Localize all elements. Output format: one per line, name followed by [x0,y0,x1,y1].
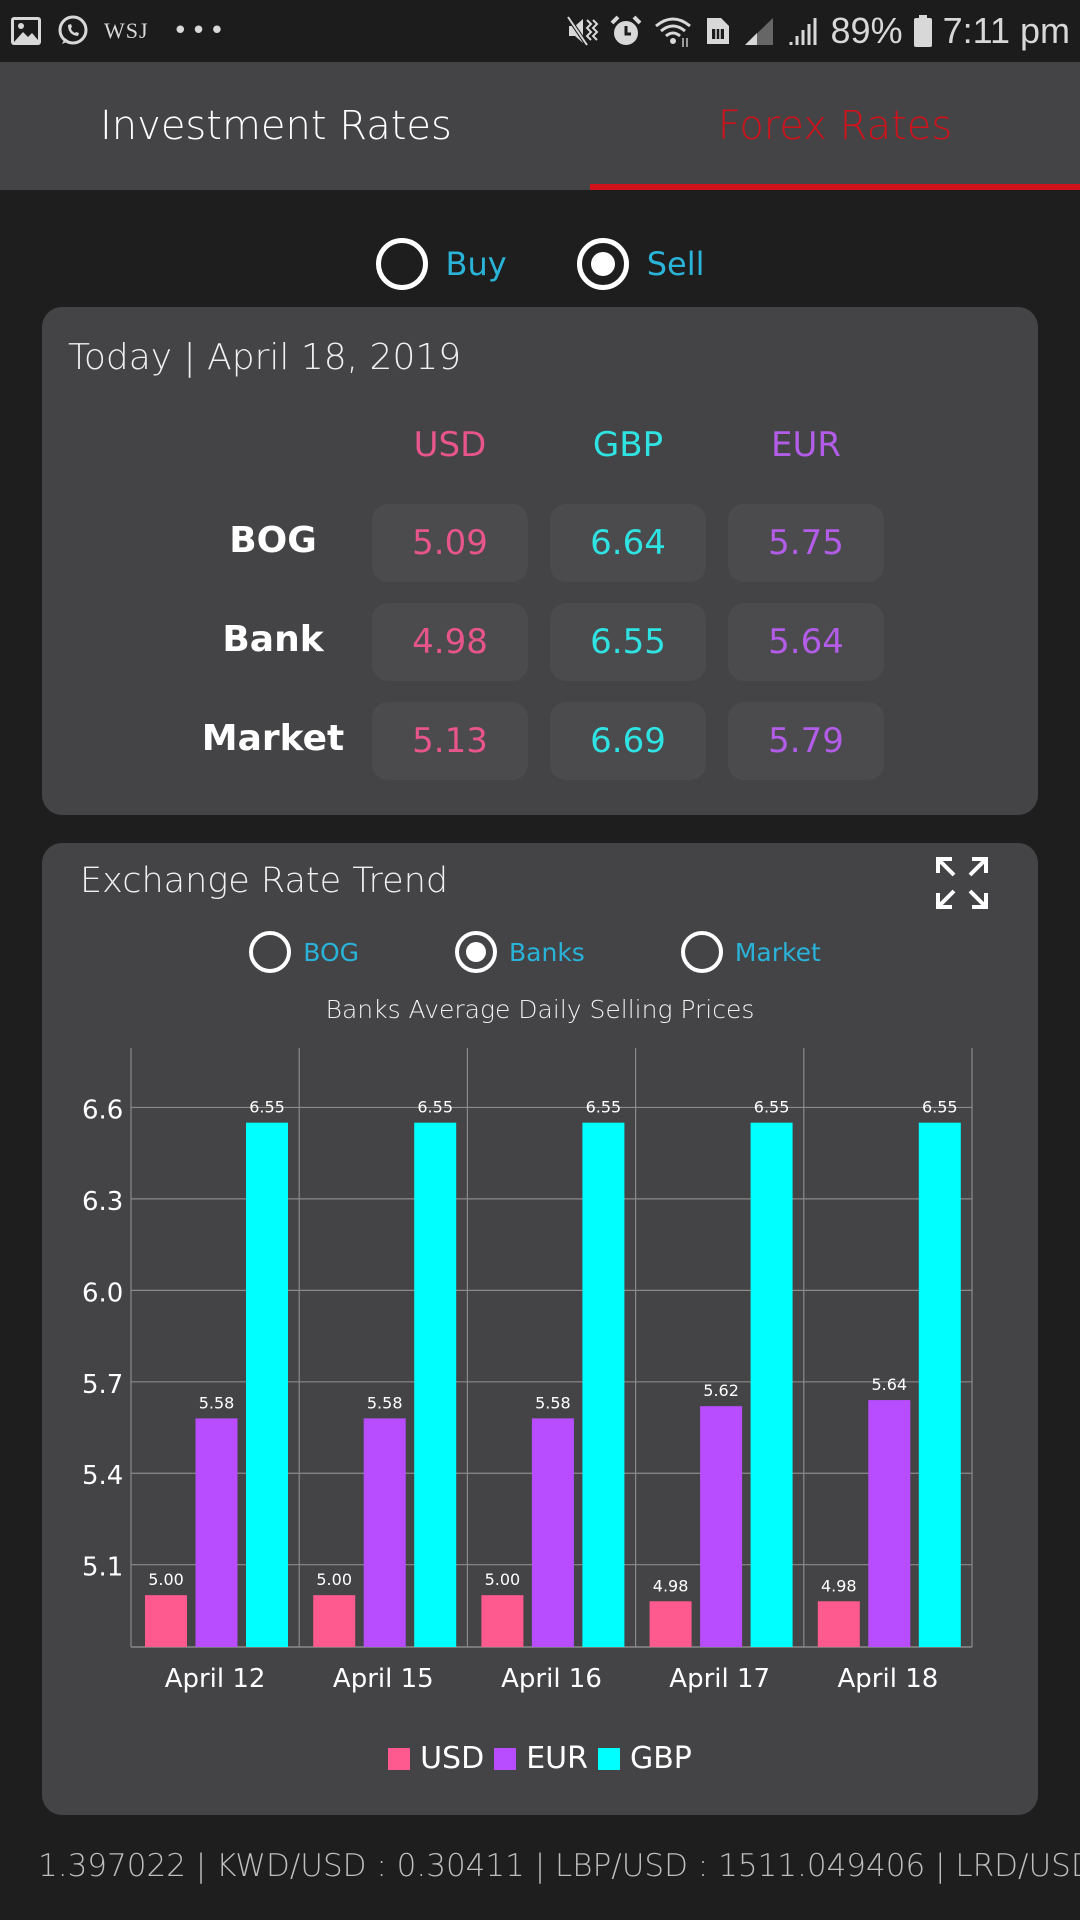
tab-investment-rates[interactable]: Investment Rates [0,62,590,190]
more-notifications-icon: ••• [172,16,228,46]
bar-eur [195,1418,238,1647]
rate-cell-market-gbp: 6.69 [550,702,706,780]
y-tick-label: 6.3 [82,1187,123,1217]
alarm-icon [609,14,643,48]
legend-label-gbp: GBP [629,1741,692,1776]
ticker-text: 1.397022 | KWD/USD : 0.30411 | LBP/USD :… [38,1848,1080,1884]
data-label: 4.98 [653,1576,689,1595]
data-label: 6.55 [417,1098,453,1117]
bar-gbp [918,1122,961,1647]
row-label-market: Market [201,718,345,759]
tab-forex-rates[interactable]: Forex Rates [590,62,1080,190]
legend-item-usd[interactable]: USD [388,1741,484,1776]
rate-cell-bank-eur: 5.64 [728,603,884,681]
radio-sell-label[interactable]: Sell [647,245,705,283]
bar-chart: 5.1 5.4 5.7 6.0 6.3 6.6 5.00 5.58 6.55 April 12 5.… [82,1048,973,1694]
data-label: 5.00 [148,1570,184,1589]
rate-cell-bank-usd: 4.98 [372,603,528,681]
wifi-icon [653,14,693,48]
x-tick-label: April 18 [838,1664,939,1694]
legend-label-eur: EUR [526,1741,588,1776]
rate-cell-bog-eur: 5.75 [728,504,884,582]
x-tick-label: April 12 [165,1664,266,1694]
x-tick-label: April 17 [669,1664,770,1694]
bar-gbp [414,1122,457,1647]
bar-usd [649,1601,692,1647]
legend-swatch-gbp [597,1747,620,1770]
whatsapp-icon [56,14,90,48]
rates-ticker: 1.397022 | KWD/USD : 0.30411 | LBP/USD :… [0,1840,1080,1900]
bar-usd [313,1595,356,1647]
bar-usd [145,1595,187,1647]
tab-bar: Investment Rates Forex Rates [0,62,1080,190]
data-label: 5.00 [485,1570,521,1589]
exchange-rate-trend-card: Exchange Rate Trend BOG Banks Market Ban… [42,843,1038,1815]
legend-item-gbp[interactable]: GBP [597,1741,692,1776]
today-rates-card: Today | April 18, 2019 USD GBP EUR BOG 5… [42,307,1038,815]
rate-cell-market-usd: 5.13 [372,702,528,780]
gallery-icon [10,16,42,46]
bar-gbp [582,1122,625,1647]
rate-cell-market-eur: 5.79 [728,702,884,780]
radio-buy[interactable]: Buy [375,238,507,290]
chart-legend: USD EUR GBP [42,1741,1038,1776]
battery-icon [913,14,933,48]
bar-eur [700,1406,743,1647]
x-tick-label: April 16 [501,1664,602,1694]
legend-label-usd: USD [420,1741,485,1776]
legend-swatch-eur [494,1747,517,1770]
rate-cell-bank-gbp: 6.55 [550,603,706,681]
bar-usd [481,1595,524,1647]
signal-icon [743,16,777,46]
column-header-gbp: GBP [592,425,664,465]
mute-vibrate-icon [565,14,599,48]
buy-sell-toggle: Buy Sell [0,238,1080,290]
row-label-bog: BOG [229,520,317,561]
data-label: 5.58 [535,1393,571,1412]
data-label: 4.98 [821,1576,857,1595]
radio-button-checked-icon[interactable] [576,238,629,290]
x-tick-label: April 15 [333,1664,434,1694]
y-tick-label: 5.7 [82,1370,123,1400]
data-label: 5.58 [367,1393,403,1412]
data-label: 6.55 [249,1098,285,1117]
bar-usd [817,1601,860,1647]
data-label: 6.55 [922,1098,958,1117]
battery-percent: 89% [830,10,903,51]
radio-sell[interactable]: Sell [576,238,705,290]
clock: 7:11 pm [942,10,1070,51]
legend-item-eur[interactable]: EUR [494,1741,588,1776]
data-label: 6.55 [586,1098,622,1117]
data-label: 6.55 [754,1098,790,1117]
column-header-usd: USD [413,425,487,465]
today-date-title: Today | April 18, 2019 [68,337,462,378]
bar-eur [531,1418,574,1647]
signal-icon [787,16,821,46]
column-header-eur: EUR [771,425,841,465]
legend-swatch-usd [388,1747,411,1770]
data-label: 5.62 [703,1381,739,1400]
row-label-bank: Bank [222,619,324,660]
y-tick-label: 6.0 [82,1278,123,1308]
y-tick-label: 5.1 [82,1553,123,1583]
rate-cell-bog-usd: 5.09 [372,504,528,582]
rate-cell-bog-gbp: 6.64 [550,504,706,582]
data-label: 5.58 [199,1393,235,1412]
status-bar: WSJ ••• 89% 7:11 pm [0,0,1080,62]
radio-buy-label[interactable]: Buy [446,245,507,283]
data-label: 5.00 [316,1570,352,1589]
bar-gbp [750,1122,793,1647]
bar-eur [363,1418,406,1647]
data-label: 5.64 [871,1375,907,1394]
sim-icon [703,14,733,48]
radio-button-icon[interactable] [375,238,428,290]
bar-gbp [246,1122,288,1647]
bar-eur [868,1400,911,1647]
y-tick-label: 5.4 [82,1461,123,1491]
y-tick-label: 6.6 [82,1095,123,1125]
wsj-notification-icon: WSJ [104,18,149,43]
